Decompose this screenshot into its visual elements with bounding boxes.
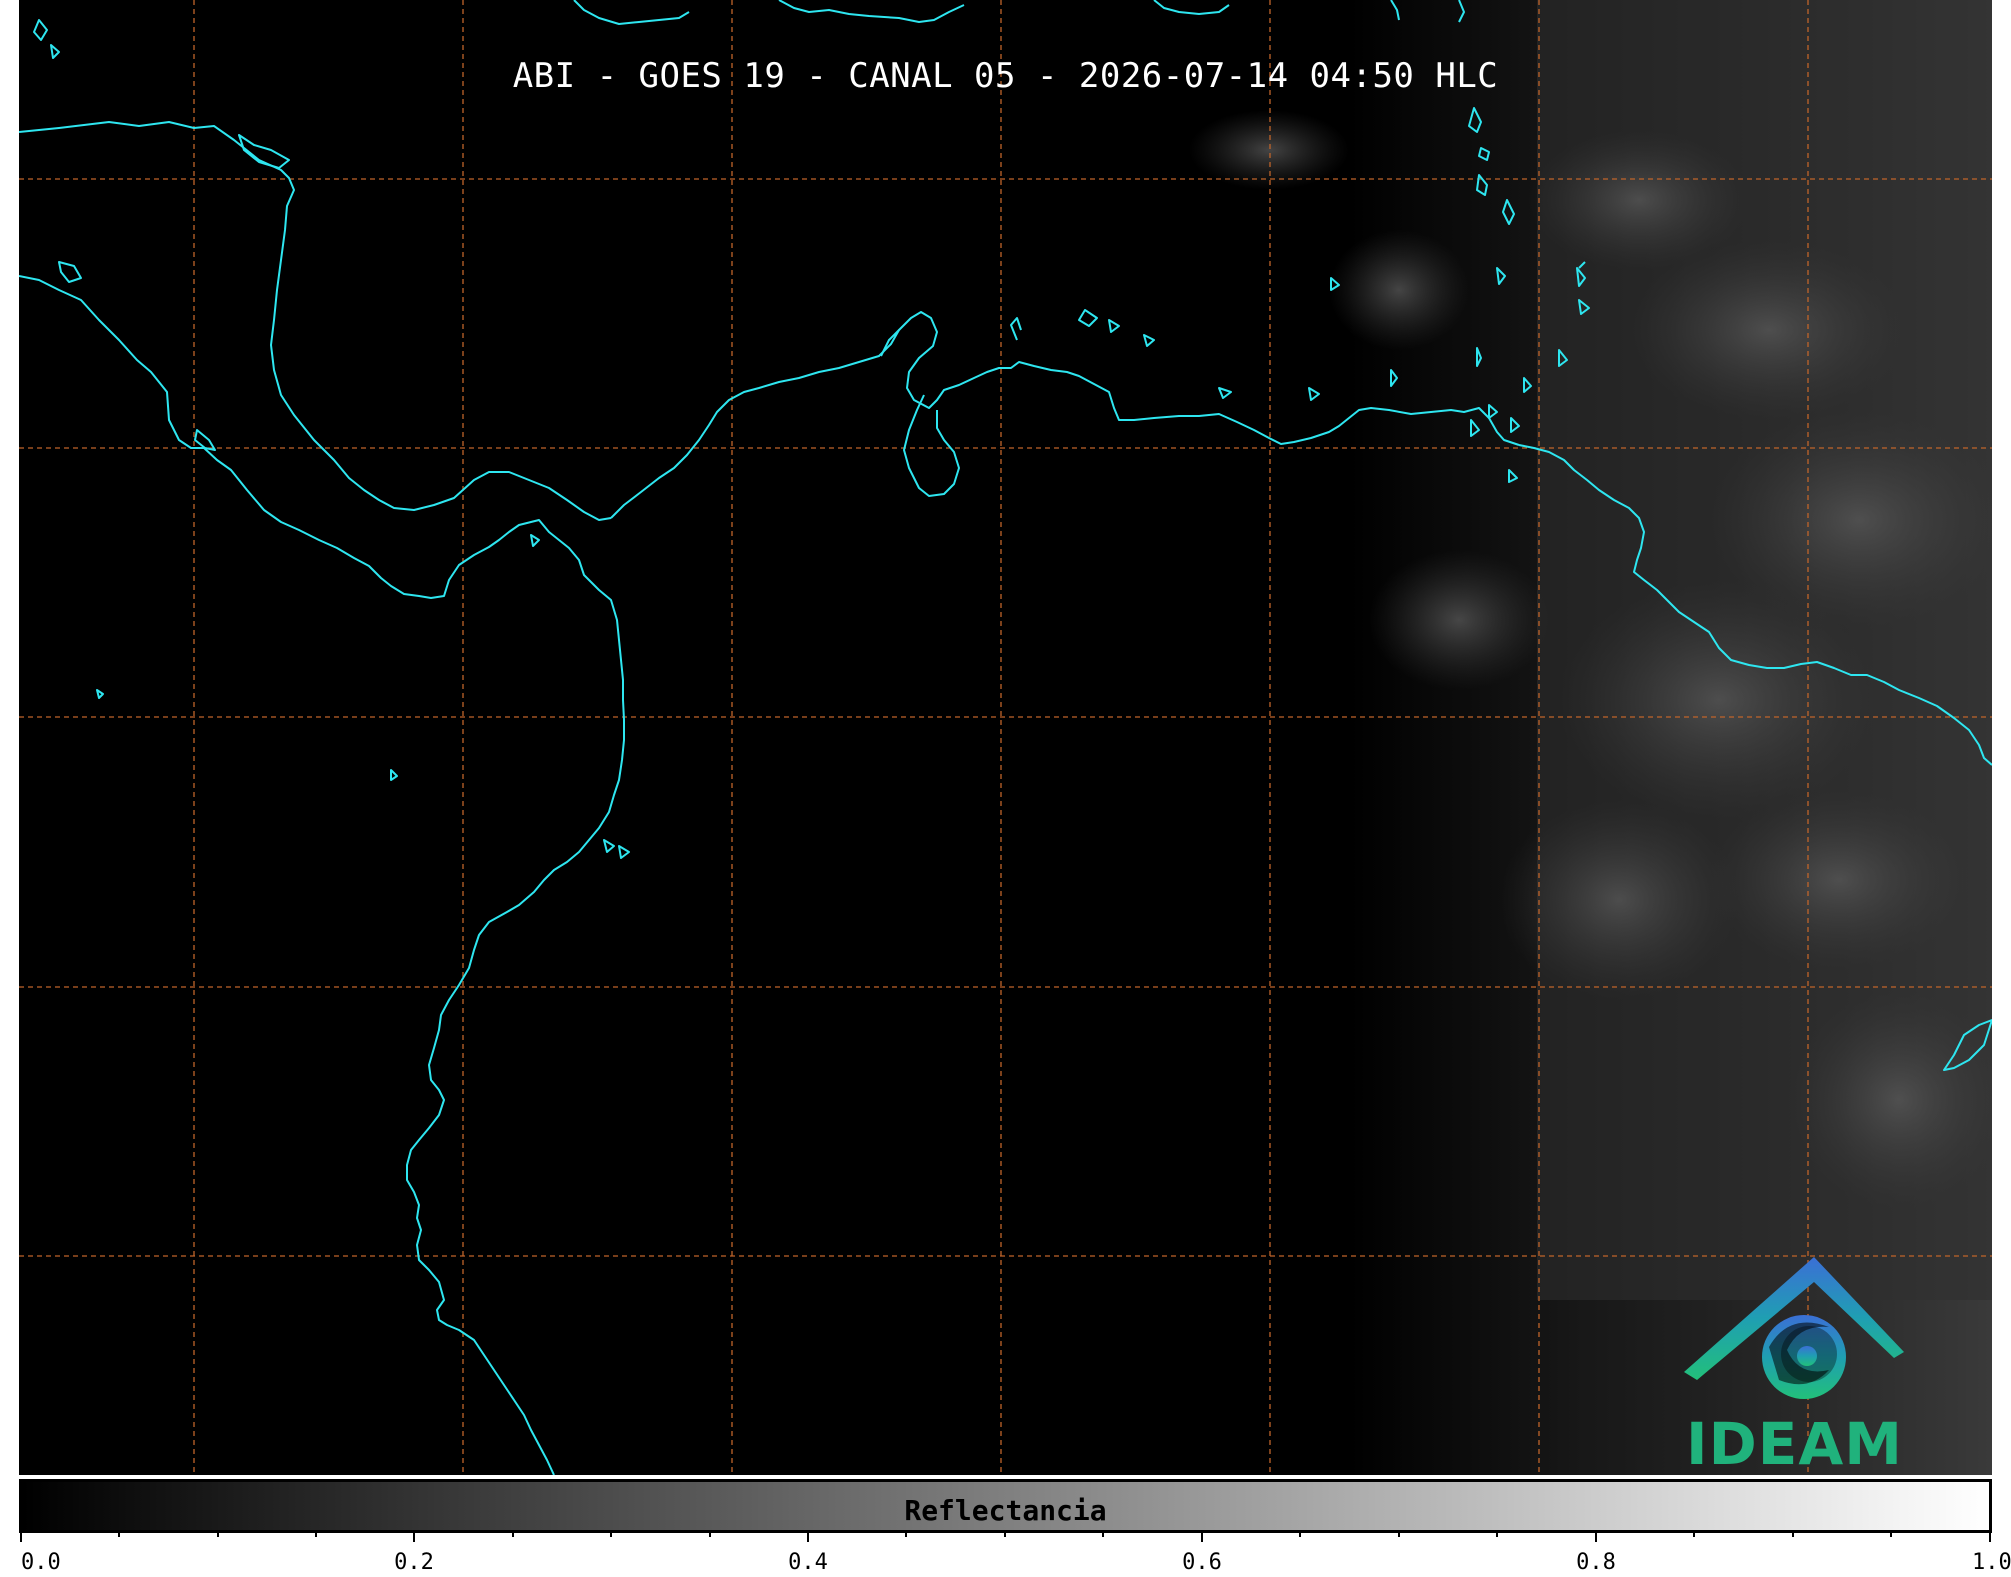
colorbar-tick-label: 0.2 [394, 1550, 434, 1575]
ideam-logo-icon [1684, 1257, 1904, 1399]
colorbar-tick-label: 0.6 [1182, 1550, 1222, 1575]
colorbar-tick-label: 1.0 [1972, 1550, 2011, 1575]
satellite-map [19, 0, 1992, 1475]
ideam-logo-text: IDEAM [1686, 1410, 1903, 1478]
colorbar-tick-label: 0.4 [788, 1550, 828, 1575]
colorbar-ticks [20, 1530, 1991, 1542]
colorbar-tick-label: 0.0 [21, 1550, 61, 1575]
map-title: ABI - GOES 19 - CANAL 05 - 2026-07-14 04… [512, 56, 1499, 96]
colorbar: Reflectancia [19, 1479, 1992, 1533]
colorbar-label: Reflectancia [904, 1494, 1107, 1527]
colorbar-tick-label: 0.8 [1576, 1550, 1616, 1575]
